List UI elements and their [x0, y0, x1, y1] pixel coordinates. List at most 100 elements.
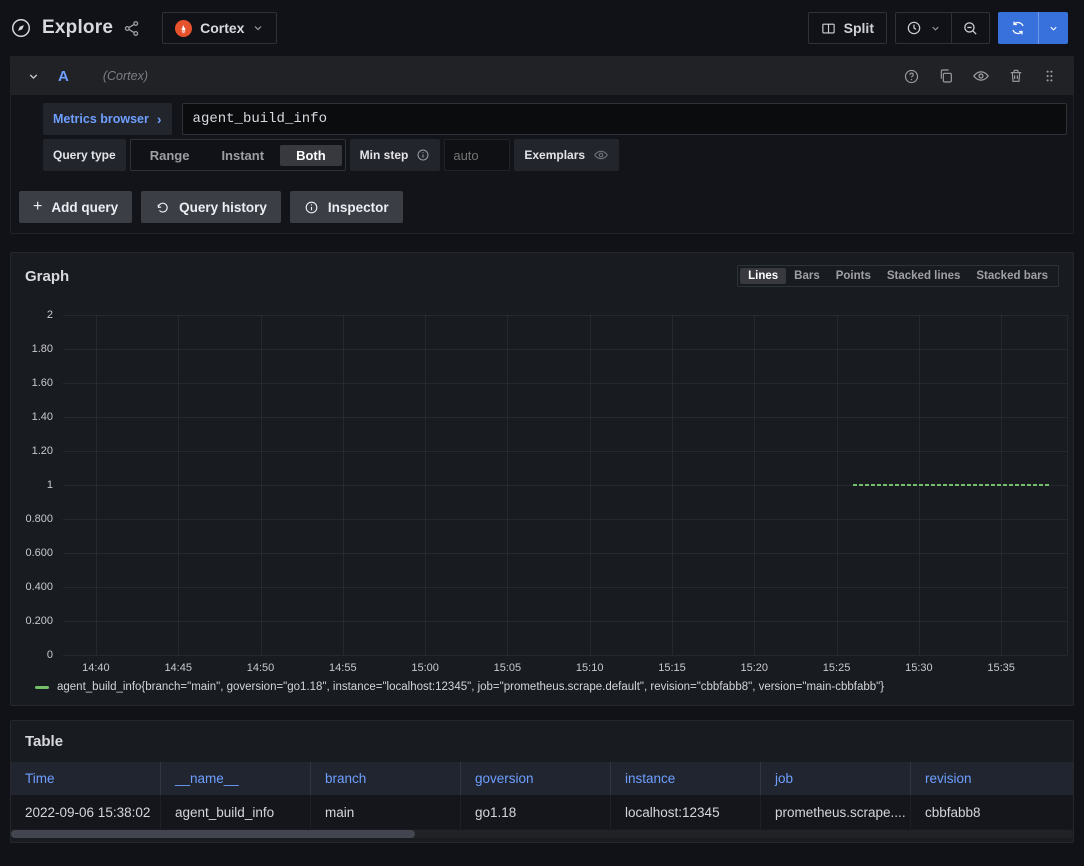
- v-gridline: [425, 315, 426, 655]
- split-pane-icon: [821, 21, 836, 36]
- table-cell: go1.18: [461, 795, 611, 829]
- query-type-label: Query type: [53, 148, 116, 162]
- clock-icon: [906, 20, 922, 36]
- drag-handle-icon[interactable]: [1042, 68, 1057, 84]
- query-expression-input[interactable]: [182, 103, 1067, 135]
- refresh-button[interactable]: [998, 12, 1038, 44]
- prometheus-icon: [175, 20, 192, 37]
- v-gridline: [590, 315, 591, 655]
- min-step-label: Min step: [360, 148, 409, 162]
- graph-mode-bars[interactable]: Bars: [786, 268, 828, 284]
- query-history-label: Query history: [179, 200, 267, 215]
- table-cell: agent_build_info: [161, 795, 311, 829]
- graph-panel-title: Graph: [25, 268, 69, 285]
- column-header-job[interactable]: job: [761, 762, 911, 795]
- column-header-revision[interactable]: revision: [911, 762, 1073, 795]
- series-line[interactable]: [853, 484, 1051, 486]
- y-axis-tick-label: 0.400: [25, 581, 63, 593]
- page-title: Explore: [42, 17, 113, 39]
- query-type-option-range[interactable]: Range: [134, 145, 206, 166]
- x-axis-tick-label: 15:00: [411, 662, 439, 674]
- query-editor-section: A (Cortex) Metrics browser › Query type …: [10, 56, 1074, 234]
- collapse-chevron-icon[interactable]: [27, 70, 40, 83]
- split-button[interactable]: Split: [808, 12, 887, 44]
- column-header-instance[interactable]: instance: [611, 762, 761, 795]
- v-gridline: [837, 315, 838, 655]
- y-axis-tick-label: 0.200: [25, 615, 63, 627]
- y-axis-tick-label: 2: [47, 309, 63, 321]
- v-gridline: [754, 315, 755, 655]
- table-row: 2022-09-06 15:38:02agent_build_infomaing…: [11, 795, 1073, 829]
- v-gridline: [178, 315, 179, 655]
- x-axis: 14:4014:4514:5014:5515:0015:0515:1015:15…: [63, 655, 1067, 681]
- add-query-button[interactable]: + Add query: [19, 191, 132, 223]
- query-ref-id[interactable]: A: [58, 68, 69, 85]
- graph-mode-stacked-lines[interactable]: Stacked lines: [879, 268, 969, 284]
- query-row-header: A (Cortex): [11, 57, 1073, 95]
- delete-query-trash-icon[interactable]: [1008, 68, 1024, 84]
- h-gridline: [63, 349, 1067, 350]
- compass-explore-icon: [10, 17, 32, 39]
- datasource-name: Cortex: [200, 20, 244, 36]
- chevron-right-icon: ›: [157, 111, 162, 127]
- graph-mode-lines[interactable]: Lines: [740, 268, 786, 284]
- refresh-icon: [1010, 20, 1026, 36]
- h-gridline: [63, 451, 1067, 452]
- h-gridline: [63, 315, 1067, 316]
- legend-series-label[interactable]: agent_build_info{branch="main", goversio…: [57, 681, 884, 693]
- column-header-name[interactable]: __name__: [161, 762, 311, 795]
- graph-mode-toggle: LinesBarsPointsStacked linesStacked bars: [737, 265, 1059, 287]
- graph-mode-stacked-bars[interactable]: Stacked bars: [968, 268, 1056, 284]
- min-step-label-box: Min step: [350, 139, 441, 171]
- refresh-interval-dropdown[interactable]: [1038, 12, 1068, 44]
- explore-toolbar: Explore Cortex Split: [0, 0, 1084, 56]
- results-table: Time__name__branchgoversioninstancejobre…: [11, 762, 1073, 842]
- column-header-branch[interactable]: branch: [311, 762, 461, 795]
- x-axis-tick-label: 14:55: [329, 662, 357, 674]
- graph-panel: Graph LinesBarsPointsStacked linesStacke…: [10, 252, 1074, 706]
- graph-mode-points[interactable]: Points: [828, 268, 879, 284]
- x-axis-tick-label: 14:40: [82, 662, 110, 674]
- table-horizontal-scrollbar[interactable]: [11, 830, 1073, 838]
- scrollbar-thumb[interactable]: [11, 830, 415, 838]
- inspector-button[interactable]: Inspector: [290, 191, 403, 223]
- column-header-goversion[interactable]: goversion: [461, 762, 611, 795]
- plot-area[interactable]: 21.801.601.401.2010.8000.6000.4000.2000: [63, 315, 1067, 655]
- column-header-Time[interactable]: Time: [11, 762, 161, 795]
- y-axis-tick-label: 1.60: [32, 377, 63, 389]
- share-icon[interactable]: [123, 20, 140, 37]
- y-axis-tick-label: 0.600: [25, 547, 63, 559]
- exemplars-eye-icon: [593, 147, 609, 163]
- y-axis-tick-label: 0.800: [25, 513, 63, 525]
- table-cell: main: [311, 795, 461, 829]
- v-gridline: [1067, 315, 1068, 655]
- duplicate-query-icon[interactable]: [938, 68, 954, 84]
- table-panel: Table Time__name__branchgoversioninstanc…: [10, 720, 1074, 843]
- chevron-down-icon: [252, 22, 264, 34]
- x-axis-tick-label: 15:25: [823, 662, 851, 674]
- h-gridline: [63, 553, 1067, 554]
- x-axis-tick-label: 14:50: [247, 662, 275, 674]
- help-icon[interactable]: [903, 68, 920, 85]
- query-type-option-both[interactable]: Both: [280, 145, 342, 166]
- y-axis-tick-label: 1.20: [32, 445, 63, 457]
- min-step-input[interactable]: [444, 139, 510, 171]
- toggle-visibility-eye-icon[interactable]: [972, 67, 990, 85]
- query-datasource-hint: (Cortex): [103, 69, 148, 83]
- x-axis-tick-label: 15:15: [658, 662, 686, 674]
- x-axis-tick-label: 15:20: [741, 662, 769, 674]
- zoom-out-button[interactable]: [951, 13, 989, 43]
- exemplars-toggle[interactable]: Exemplars: [514, 139, 619, 171]
- exemplars-label: Exemplars: [524, 148, 585, 162]
- datasource-picker[interactable]: Cortex: [162, 12, 277, 44]
- y-axis-tick-label: 1: [47, 479, 63, 491]
- time-picker-button[interactable]: [896, 13, 951, 43]
- v-gridline: [96, 315, 97, 655]
- query-type-option-instant[interactable]: Instant: [205, 145, 280, 166]
- metrics-browser-button[interactable]: Metrics browser ›: [43, 103, 172, 135]
- v-gridline: [261, 315, 262, 655]
- info-icon: [416, 148, 430, 162]
- metrics-browser-label: Metrics browser: [53, 112, 149, 126]
- query-history-button[interactable]: Query history: [141, 191, 281, 223]
- zoom-out-icon: [962, 20, 979, 37]
